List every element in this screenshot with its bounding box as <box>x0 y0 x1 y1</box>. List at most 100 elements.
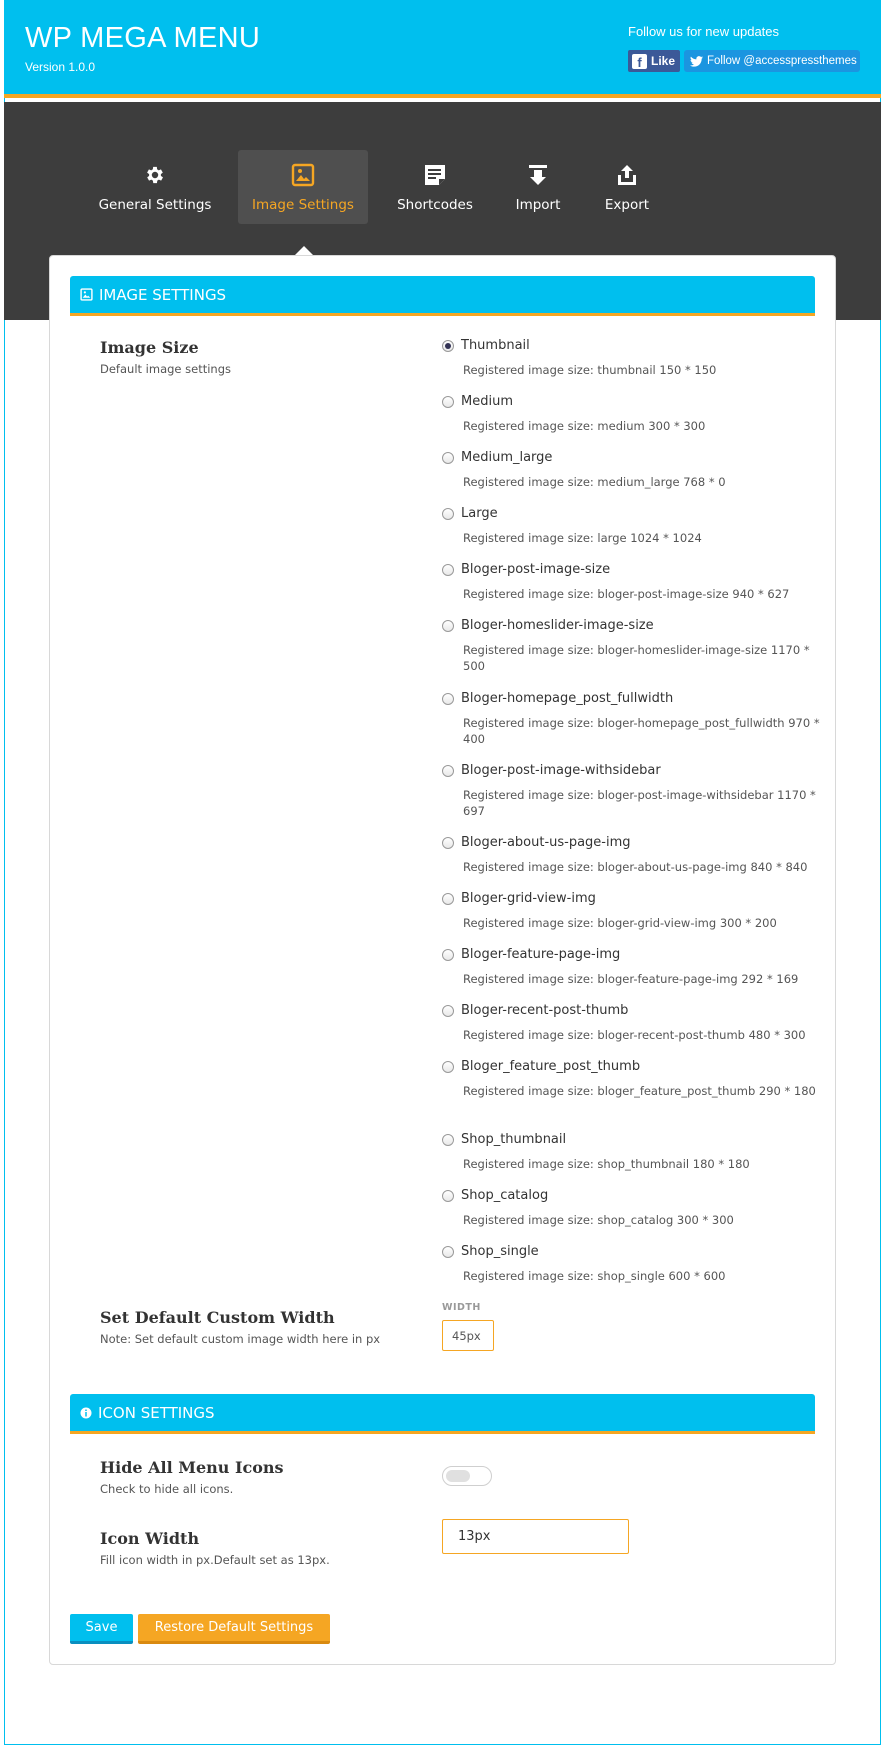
icon-width-input[interactable]: 13px <box>442 1519 629 1554</box>
radio-button[interactable] <box>442 836 454 849</box>
image-size-option[interactable]: Bloger_feature_post_thumb Registered imag… <box>442 1059 822 1099</box>
radio-option-line[interactable]: Thumbnail <box>442 338 822 353</box>
radio-button[interactable] <box>442 395 454 408</box>
radio-label[interactable]: Bloger_feature_post_thumb <box>461 1059 640 1074</box>
radio-option-line[interactable]: Shop_thumbnail <box>442 1132 822 1147</box>
radio-button[interactable] <box>442 507 454 520</box>
radio-button[interactable] <box>442 1189 454 1202</box>
radio-option-line[interactable]: Bloger-post-image-withsidebar <box>442 763 822 778</box>
radio-option-line[interactable]: Bloger-grid-view-img <box>442 891 822 906</box>
radio-button[interactable] <box>442 892 454 905</box>
image-size-option[interactable]: Bloger-about-us-page-img Registered image… <box>442 835 822 875</box>
tab-shortcodes[interactable]: Shortcodes <box>390 150 480 224</box>
radio-button[interactable] <box>442 619 454 632</box>
image-size-option[interactable]: Large Registered image size: large 1024 *… <box>442 506 822 546</box>
radio-description: Registered image size: large 1024 * 1024 <box>463 531 702 545</box>
image-size-option[interactable]: Medium Registered image size: medium 300 … <box>442 394 822 434</box>
radio-option-line[interactable]: Shop_single <box>442 1244 822 1259</box>
icon-settings-section-header: ICON SETTINGS <box>70 1394 815 1434</box>
radio-option-line[interactable]: Bloger-homeslider-image-size <box>442 618 822 633</box>
radio-label[interactable]: Shop_single <box>461 1244 539 1259</box>
radio-option-line[interactable]: Medium_large <box>442 450 822 465</box>
facebook-like-button[interactable]: f Like <box>628 50 680 72</box>
radio-label[interactable]: Medium_large <box>461 450 552 465</box>
tab-import[interactable]: Import <box>505 150 571 224</box>
tab-export[interactable]: Export <box>594 150 660 224</box>
radio-option-line[interactable]: Bloger-homepage_post_fullwidth <box>442 691 822 706</box>
image-size-option[interactable]: Shop_catalog Registered image size: shop_… <box>442 1188 822 1228</box>
radio-option-line[interactable]: Large <box>442 506 822 521</box>
hide-icons-toggle[interactable] <box>442 1466 492 1486</box>
image-size-option[interactable]: Bloger-homeslider-image-size Registered i… <box>442 618 822 674</box>
twitter-follow-label: Follow @accesspressthemes <box>707 55 857 67</box>
radio-button[interactable] <box>442 339 454 352</box>
radio-description: Registered image size: shop_catalog 300 … <box>463 1213 734 1227</box>
section-title: IMAGE SETTINGS <box>99 285 227 304</box>
custom-width-desc: Note: Set default custom image width her… <box>100 1332 381 1346</box>
radio-label[interactable]: Bloger-recent-post-thumb <box>461 1003 628 1018</box>
radio-label[interactable]: Bloger-feature-page-img <box>461 947 620 962</box>
tab-general-settings[interactable]: General Settings <box>92 150 218 224</box>
save-button[interactable]: Save <box>70 1614 133 1644</box>
image-size-option[interactable]: Medium_large Registered image size: mediu… <box>442 450 822 490</box>
radio-button[interactable] <box>442 948 454 961</box>
image-size-option[interactable]: Bloger-post-image-size Registered image s… <box>442 562 822 602</box>
image-size-option[interactable]: Bloger-recent-post-thumb Registered image… <box>442 1003 822 1043</box>
radio-button[interactable] <box>442 764 454 777</box>
radio-button[interactable] <box>442 563 454 576</box>
radio-label[interactable]: Bloger-about-us-page-img <box>461 835 631 850</box>
radio-description: Registered image size: medium_large 768 … <box>463 475 726 489</box>
tab-label: Export <box>604 197 650 213</box>
radio-button[interactable] <box>442 1245 454 1258</box>
export-icon <box>617 162 637 188</box>
radio-description: Registered image size: bloger-post-image… <box>463 788 816 818</box>
custom-width-input[interactable]: 45px <box>442 1320 494 1351</box>
restore-default-button[interactable]: Restore Default Settings <box>138 1614 330 1644</box>
twitter-icon <box>690 55 703 67</box>
tab-label: Import <box>515 197 561 213</box>
radio-description: Registered image size: bloger-homepage_p… <box>463 716 820 746</box>
radio-button[interactable] <box>442 1133 454 1146</box>
radio-option-line[interactable]: Bloger-feature-page-img <box>442 947 822 962</box>
radio-label[interactable]: Bloger-grid-view-img <box>461 891 596 906</box>
image-size-option[interactable]: Bloger-post-image-withsidebar Registered … <box>442 763 822 819</box>
follow-text: Follow us for new updates <box>628 24 780 39</box>
radio-option-line[interactable]: Shop_catalog <box>442 1188 822 1203</box>
plugin-header: WP MEGA MENU Version 1.0.0 Follow us for… <box>4 0 881 98</box>
radio-label[interactable]: Shop_thumbnail <box>461 1132 566 1147</box>
radio-button[interactable] <box>442 1060 454 1073</box>
radio-label[interactable]: Bloger-homepage_post_fullwidth <box>461 691 673 706</box>
radio-description: Registered image size: bloger_feature_po… <box>463 1084 816 1098</box>
radio-option-line[interactable]: Bloger-recent-post-thumb <box>442 1003 822 1018</box>
radio-label[interactable]: Shop_catalog <box>461 1188 548 1203</box>
image-size-option[interactable]: Shop_thumbnail Registered image size: sho… <box>442 1132 822 1172</box>
image-icon <box>80 288 93 301</box>
radio-label[interactable]: Bloger-post-image-size <box>461 562 610 577</box>
hide-icons-title: Hide All Menu Icons <box>100 1458 284 1477</box>
image-size-option[interactable]: Bloger-feature-page-img Registered image … <box>442 947 822 987</box>
radio-label[interactable]: Thumbnail <box>461 338 530 353</box>
custom-width-title: Set Default Custom Width <box>100 1308 335 1327</box>
radio-option-line[interactable]: Bloger-about-us-page-img <box>442 835 822 850</box>
radio-label[interactable]: Large <box>461 506 498 521</box>
image-size-option[interactable]: Bloger-homepage_post_fullwidth Registered… <box>442 691 822 747</box>
facebook-icon: f <box>632 53 647 69</box>
image-size-desc: Default image settings <box>100 362 232 376</box>
radio-button[interactable] <box>442 451 454 464</box>
image-size-option[interactable]: Shop_single Registered image size: shop_s… <box>442 1244 822 1284</box>
radio-label[interactable]: Medium <box>461 394 513 409</box>
tab-image-settings[interactable]: Image Settings <box>238 150 368 224</box>
radio-label[interactable]: Bloger-homeslider-image-size <box>461 618 654 633</box>
radio-button[interactable] <box>442 1004 454 1017</box>
twitter-follow-button[interactable]: Follow @accesspressthemes <box>684 50 860 72</box>
tab-label: Shortcodes <box>397 197 473 213</box>
radio-label[interactable]: Bloger-post-image-withsidebar <box>461 763 661 778</box>
radio-description: Registered image size: medium 300 * 300 <box>463 419 706 433</box>
image-size-option[interactable]: Thumbnail Registered image size: thumbnai… <box>442 338 822 378</box>
radio-option-line[interactable]: Bloger-post-image-size <box>442 562 822 577</box>
radio-description: Registered image size: bloger-feature-pa… <box>463 972 799 986</box>
image-size-option[interactable]: Bloger-grid-view-img Registered image siz… <box>442 891 822 931</box>
radio-option-line[interactable]: Bloger_feature_post_thumb <box>442 1059 822 1074</box>
radio-option-line[interactable]: Medium <box>442 394 822 409</box>
radio-button[interactable] <box>442 692 454 705</box>
